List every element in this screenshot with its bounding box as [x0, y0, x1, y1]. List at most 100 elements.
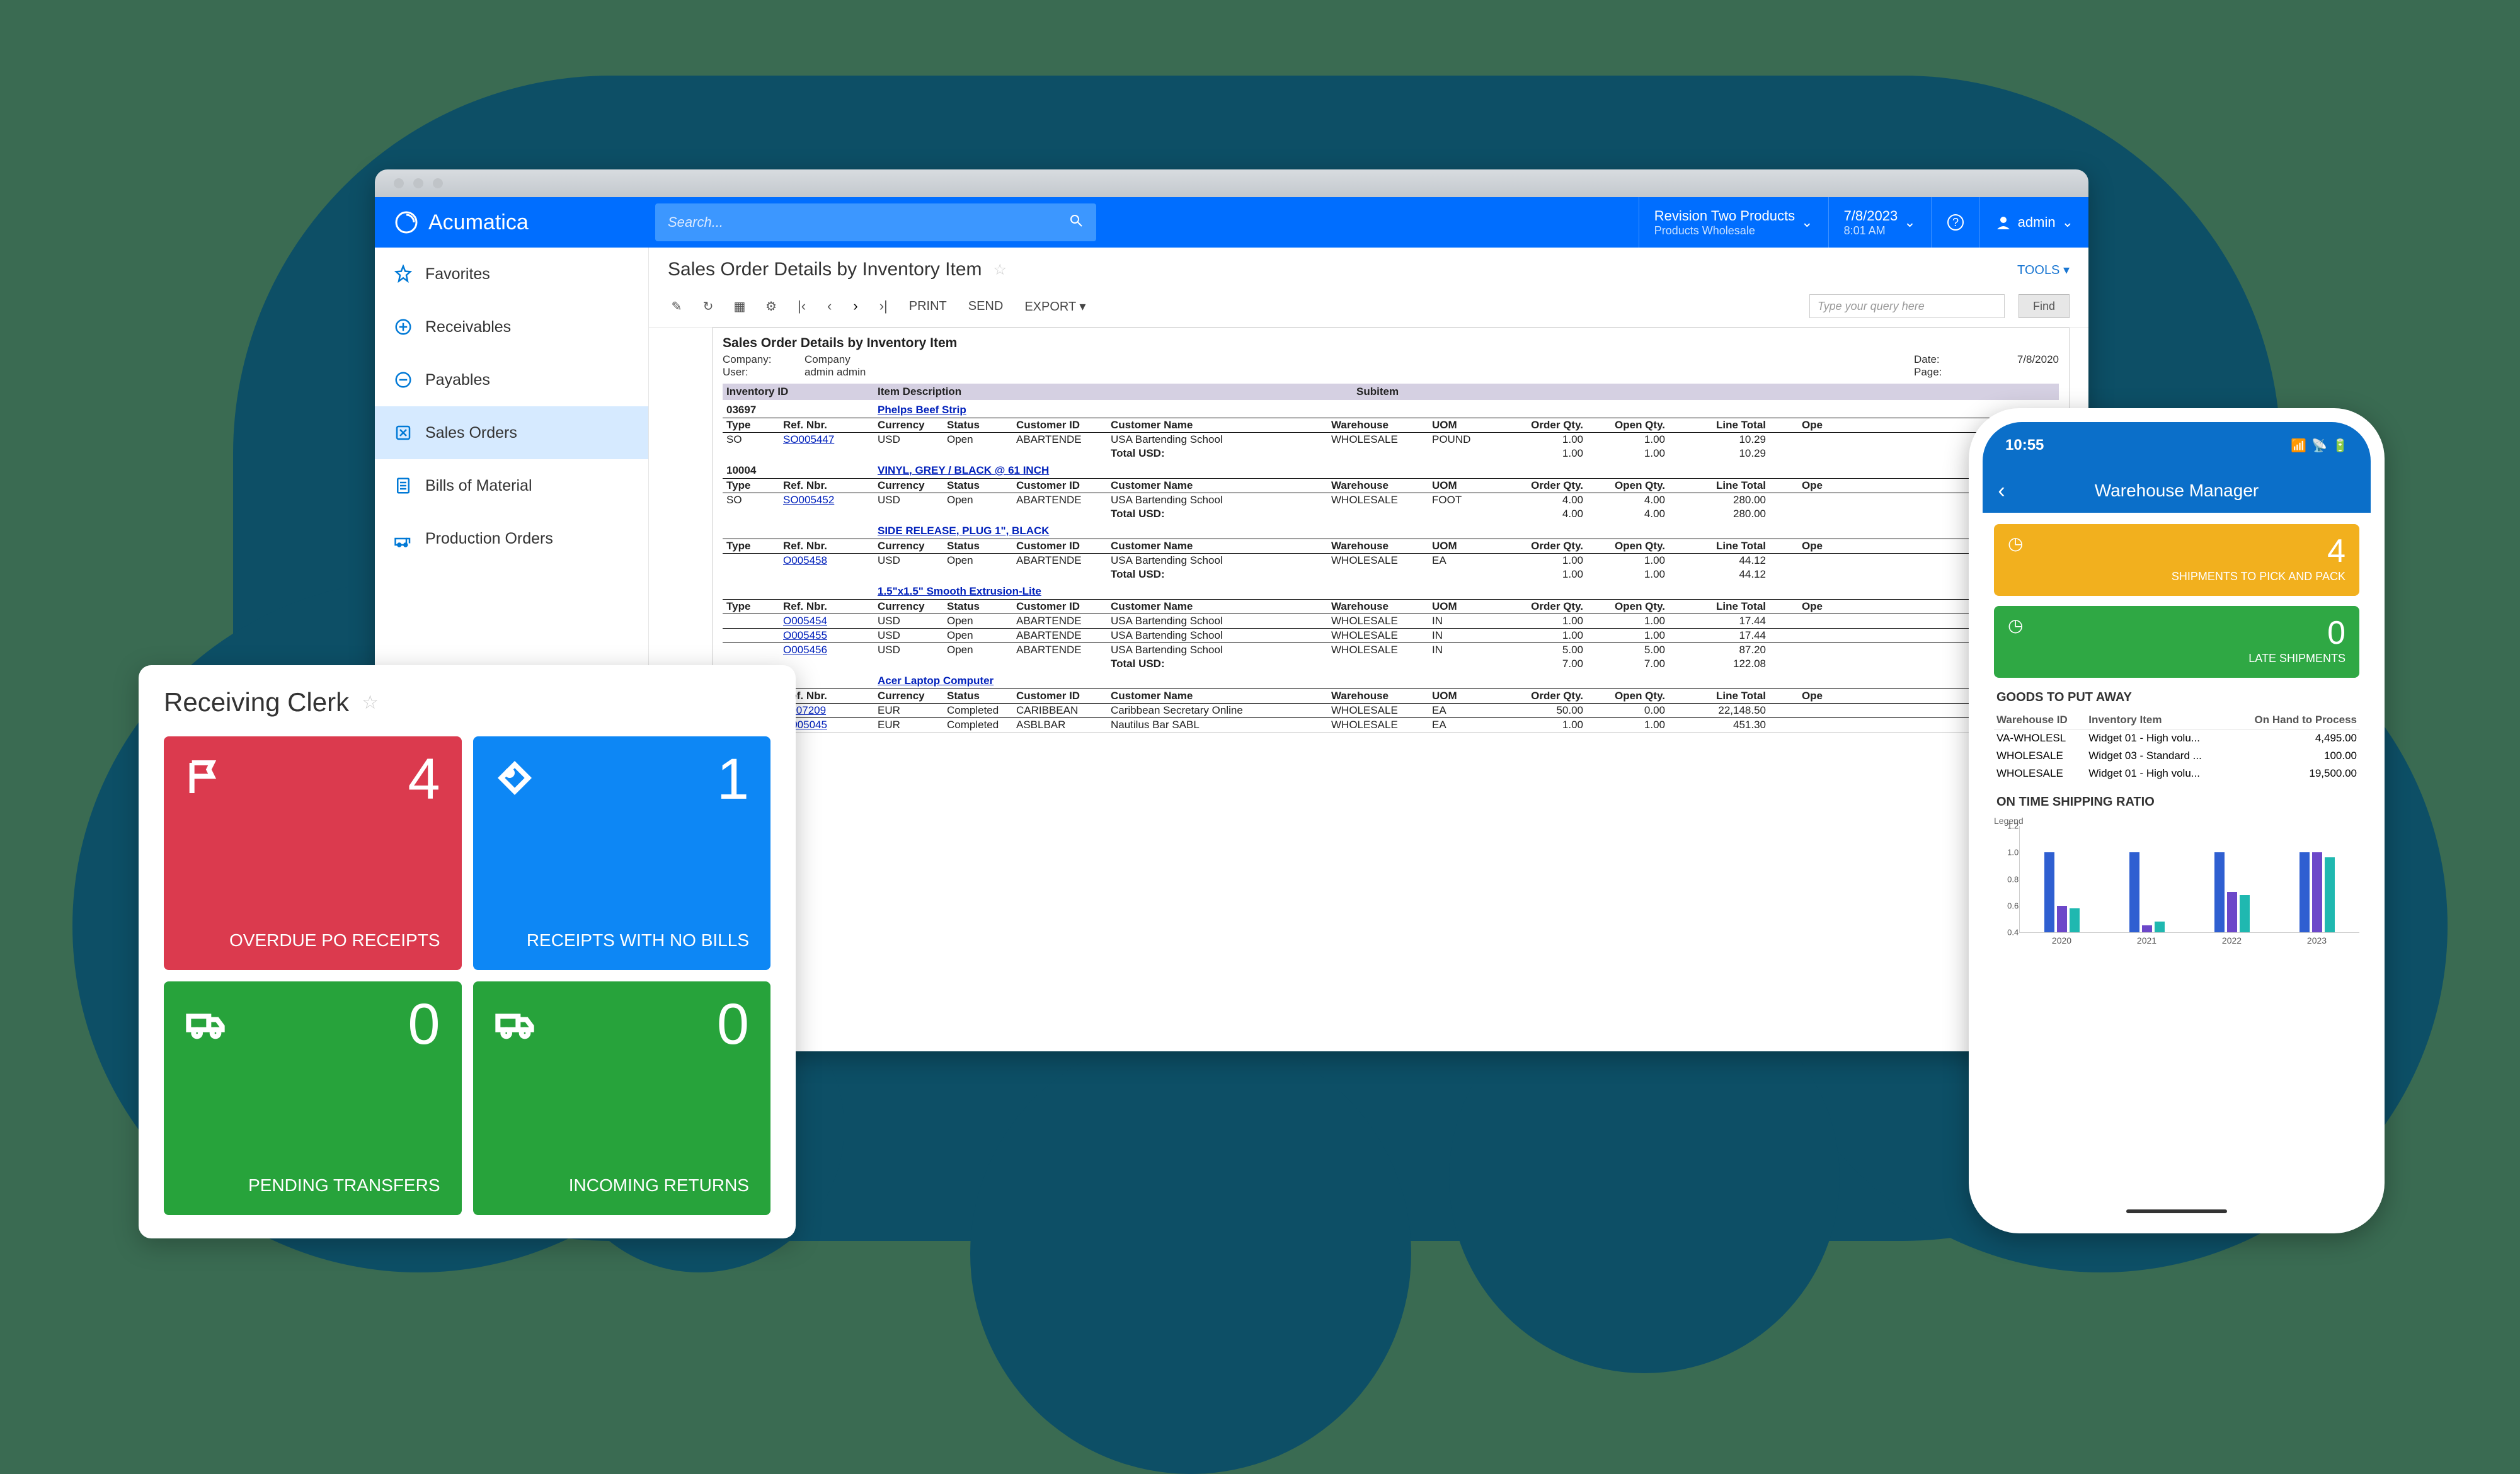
ref-link[interactable]: SO005452	[783, 494, 834, 506]
ref-link[interactable]: O005454	[783, 615, 827, 627]
sidebar-item-favorites[interactable]: Favorites	[375, 248, 648, 300]
col-item: Inventory Item	[2086, 711, 2229, 729]
goods-table: Warehouse ID Inventory Item On Hand to P…	[1994, 711, 2359, 782]
user-menu[interactable]: admin ⌄	[1979, 197, 2088, 248]
x-tick: 2022	[2222, 935, 2242, 946]
page-title: Sales Order Details by Inventory Item	[668, 259, 982, 280]
phone-statusbar: 10:55 📶 📡 🔋	[1983, 422, 2371, 469]
brand-name: Acumatica	[428, 210, 529, 235]
phone-time: 10:55	[2005, 437, 2044, 454]
browser-titlebar	[375, 169, 2088, 197]
kpi-late-shipments[interactable]: ◷ 0 LATE SHIPMENTS	[1994, 606, 2359, 678]
filter-icon[interactable]: ⚙	[762, 297, 780, 315]
send-button[interactable]: SEND	[965, 297, 1007, 316]
ref-link[interactable]: O005456	[783, 644, 827, 656]
app-header: Acumatica Search... Revision Two Product…	[375, 197, 2088, 248]
phone-screen: 10:55 📶 📡 🔋 ‹ Warehouse Manager ◷ 4 SHIP…	[1983, 422, 2371, 1220]
total-row: Total USD:7.007.00122.08	[723, 657, 2059, 671]
kpi-label: SHIPMENTS TO PICK AND PACK	[2008, 570, 2345, 583]
help-button[interactable]: ?	[1931, 197, 1979, 248]
traffic-min[interactable]	[413, 178, 423, 188]
kpi-shipments-to-pick[interactable]: ◷ 4 SHIPMENTS TO PICK AND PACK	[1994, 524, 2359, 596]
tenant-line2: Products Wholesale	[1654, 224, 1795, 237]
tile-pending-transfers[interactable]: 0 PENDING TRANSFERS	[164, 981, 462, 1215]
total-row: Total USD:1.001.0010.29	[723, 447, 2059, 460]
traffic-max[interactable]	[433, 178, 443, 188]
tile-overdue-po[interactable]: 4 OVERDUE PO RECEIPTS	[164, 736, 462, 970]
edit-icon[interactable]: ✎	[668, 297, 685, 315]
table-row[interactable]: WHOLESALEWidget 01 - High volu...19,500.…	[1994, 765, 2359, 782]
total-row: Total USD:1.001.0044.12	[723, 568, 2059, 581]
business-date: 7/8/2023	[1844, 208, 1898, 224]
first-page-icon[interactable]: |‹	[794, 298, 810, 314]
tile-incoming-returns[interactable]: 0 INCOMING RETURNS	[473, 981, 771, 1215]
ref-link[interactable]: O005455	[783, 629, 827, 641]
traffic-close[interactable]	[394, 178, 404, 188]
meta-user-label: User:	[723, 366, 805, 379]
sidebar-item-receivables[interactable]: Receivables	[375, 300, 648, 353]
sidebar-item-payables[interactable]: Payables	[375, 353, 648, 406]
data-row: O005455USDOpenABARTENDEUSA Bartending Sc…	[723, 628, 2059, 643]
item-description-link[interactable]: SIDE RELEASE, PLUG 1", BLACK	[878, 525, 1050, 537]
tenant-selector[interactable]: Revision Two Products Products Wholesale…	[1639, 197, 1828, 248]
col-header-row: TypeRef. Nbr.CurrencyStatusCustomer IDCu…	[723, 539, 2059, 553]
data-row: O005456USDOpenABARTENDEUSA Bartending Sc…	[723, 643, 2059, 657]
user-name: admin	[2018, 214, 2056, 231]
sidebar-item-sales-orders[interactable]: Sales Orders	[375, 406, 648, 459]
search-icon	[1068, 213, 1084, 232]
receiving-clerk-widget: Receiving Clerk ☆ 4 OVERDUE PO RECEIPTS …	[139, 665, 796, 1238]
item-description-link[interactable]: Phelps Beef Strip	[878, 404, 966, 416]
business-time: 8:01 AM	[1844, 224, 1898, 237]
tenant-line1: Revision Two Products	[1654, 208, 1795, 224]
chart-legend: Legend	[1994, 816, 2359, 826]
sidebar-item-production-orders[interactable]: Production Orders	[375, 512, 648, 565]
kpi-value: 0	[2008, 617, 2345, 649]
print-button[interactable]: PRINT	[905, 297, 951, 316]
group-header: SIDE RELEASE, PLUG 1", BLACK	[723, 521, 2059, 539]
business-date-selector[interactable]: 7/8/2023 8:01 AM ⌄	[1828, 197, 1931, 248]
col-qty: On Hand to Process	[2229, 711, 2359, 729]
ref-link[interactable]: SO005447	[783, 433, 834, 445]
chart-bar	[2227, 892, 2237, 932]
prev-page-icon[interactable]: ‹	[823, 298, 835, 314]
x-tick: 2021	[2137, 935, 2156, 946]
group-header: 10004VINYL, GREY / BLACK @ 61 INCH	[723, 460, 2059, 478]
search-input[interactable]: Search...	[655, 203, 1096, 241]
next-page-icon[interactable]: ›	[849, 298, 861, 314]
brand-logo[interactable]: Acumatica	[375, 197, 649, 248]
bar-group	[2300, 852, 2335, 933]
table-row[interactable]: WHOLESALEWidget 03 - Standard ...100.00	[1994, 747, 2359, 765]
refresh-icon[interactable]: ↻	[699, 297, 717, 315]
item-description-link[interactable]: VINYL, GREY / BLACK @ 61 INCH	[878, 464, 1049, 476]
chart-bar	[2312, 852, 2322, 933]
group-header: 1Acer Laptop Computer	[723, 671, 2059, 688]
find-button[interactable]: Find	[2019, 294, 2070, 318]
toolbar: ✎ ↻ ▦ ⚙ |‹ ‹ › ›| PRINT SEND EXPORT ▾ Ty…	[649, 288, 2088, 328]
chart-bar	[2155, 922, 2165, 932]
last-page-icon[interactable]: ›|	[876, 298, 891, 314]
search-placeholder: Search...	[668, 214, 1068, 231]
ref-link[interactable]: O005458	[783, 554, 827, 566]
grid-icon[interactable]: ▦	[731, 297, 748, 315]
export-button[interactable]: EXPORT ▾	[1021, 296, 1089, 317]
tile-receipts-no-bills[interactable]: 1 RECEIPTS WITH NO BILLS	[473, 736, 771, 970]
x-tick: 2023	[2307, 935, 2327, 946]
battery-icon: 🔋	[2332, 438, 2348, 454]
signal-icon: 📶	[2291, 438, 2306, 454]
favorite-star-icon[interactable]: ☆	[994, 261, 1007, 279]
band-header: Inventory ID Item Description Subitem	[723, 384, 2059, 400]
col-header-row: TypeRef. Nbr.CurrencyStatusCustomer IDCu…	[723, 688, 2059, 703]
chart-bar	[2044, 852, 2054, 933]
item-description-link[interactable]: Acer Laptop Computer	[878, 675, 994, 687]
sidebar-item-bom[interactable]: Bills of Material	[375, 459, 648, 512]
favorite-star-icon[interactable]: ☆	[362, 692, 379, 714]
sidebar-item-label: Production Orders	[425, 530, 553, 548]
phone-title: Warehouse Manager	[1983, 481, 2371, 501]
chart-bar	[2214, 852, 2225, 933]
tools-menu[interactable]: TOOLS ▾	[2017, 262, 2070, 278]
home-indicator[interactable]	[2126, 1209, 2227, 1213]
table-row[interactable]: VA-WHOLESLWidget 01 - High volu...4,495.…	[1994, 729, 2359, 748]
tile-label: OVERDUE PO RECEIPTS	[185, 929, 440, 951]
item-description-link[interactable]: 1.5"x1.5" Smooth Extrusion-Lite	[878, 585, 1041, 597]
query-input[interactable]: Type your query here	[1809, 294, 2005, 318]
